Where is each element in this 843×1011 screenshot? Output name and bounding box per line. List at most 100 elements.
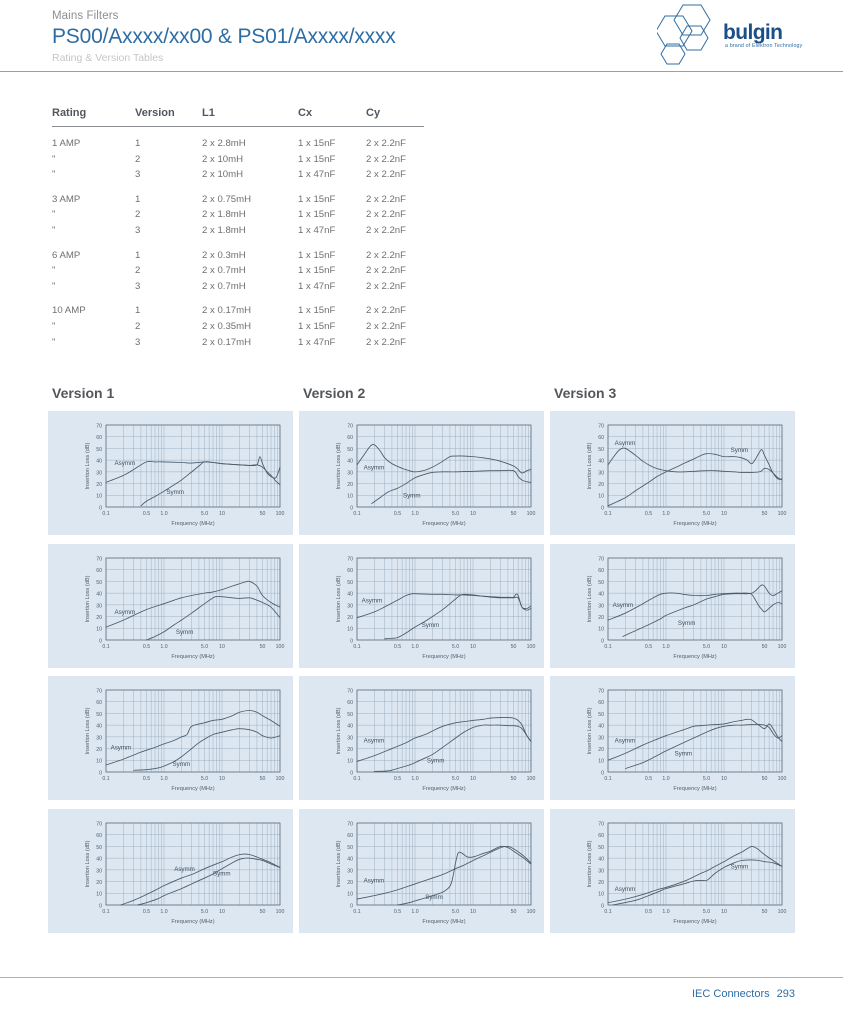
cell-rating: " [52, 280, 56, 292]
x-tick-label: 0.1 [604, 776, 611, 782]
y-tick-label: 40 [347, 459, 353, 465]
y-tick-label: 40 [598, 591, 604, 597]
y-tick-label: 20 [96, 879, 102, 885]
cell-rating: " [52, 153, 56, 165]
x-axis-label: Frequency (MHz) [422, 521, 465, 527]
y-axis-label: Insertion Loss (dB) [336, 707, 342, 754]
header-text-block: Mains Filters PS00/Axxxx/xx00 & PS01/Axx… [52, 9, 396, 65]
y-tick-label: 60 [598, 435, 604, 441]
x-tick-label: 5.0 [452, 644, 459, 650]
y-tick-label: 60 [96, 568, 102, 574]
cell-rating: 10 AMP [52, 305, 86, 317]
chart-panel-v2-6amp: 0 10 20 30 40 50 60 70 0.1 0.5 1.0 5.0 10 50 100 Freque… [299, 676, 544, 800]
y-tick-label: 70 [96, 821, 102, 827]
x-tick-label: 0.1 [353, 776, 360, 782]
cell-cy: 2 x 2.2nF [366, 305, 406, 317]
y-tick-label: 70 [347, 423, 353, 429]
chart-panel-v1-6amp: 0 10 20 30 40 50 60 70 0.1 0.5 1.0 5.0 10 50 100 Freque… [48, 676, 293, 800]
x-tick-label: 100 [276, 511, 285, 517]
curve-symm [612, 858, 783, 905]
cell-cx: 1 x 15nF [298, 249, 336, 261]
cell-version: 1 [135, 138, 141, 149]
x-tick-label: 0.1 [353, 909, 360, 915]
x-tick-label: 5.0 [703, 644, 710, 650]
x-tick-label: 0.1 [604, 644, 611, 650]
series-label-symm: Symm [678, 619, 696, 626]
x-tick-label: 10 [470, 909, 476, 915]
x-tick-label: 100 [276, 644, 285, 650]
y-tick-label: 30 [96, 868, 102, 874]
series-label-symm: Symm [172, 761, 190, 768]
chart-panel-v1-10amp: 0 10 20 30 40 50 60 70 0.1 0.5 1.0 5.0 10 50 100 Freque… [48, 808, 293, 933]
y-tick-label: 70 [96, 423, 102, 429]
y-tick-label: 70 [598, 423, 604, 429]
x-tick-label: 0.5 [645, 909, 652, 915]
cell-version: 1 [135, 249, 141, 261]
table-row: 6 AMP 1 2 x 0.3mH 1 x 15nF 2 x 2.2nF [52, 239, 424, 264]
y-tick-label: 60 [598, 833, 604, 839]
x-tick-label: 1.0 [662, 511, 669, 517]
series-label-symm: Symm [731, 863, 749, 870]
version-heading-1: Version 1 [52, 385, 115, 401]
cell-l1: 2 x 0.35mH [202, 320, 252, 332]
cell-l1: 2 x 0.7mH [202, 280, 246, 292]
x-tick-label: 10 [470, 511, 476, 517]
x-tick-label: 10 [721, 644, 727, 650]
curve-asymm [105, 710, 281, 766]
y-tick-label: 40 [96, 591, 102, 597]
column-header-rating: Rating [52, 107, 135, 127]
x-tick-label: 5.0 [201, 776, 208, 782]
cell-cy: 2 x 2.2nF [366, 169, 406, 181]
version-headings: Version 1 Version 2 Version 3 [0, 385, 843, 407]
curve-symm [625, 724, 783, 769]
x-tick-label: 50 [260, 776, 266, 782]
y-tick-label: 30 [347, 470, 353, 476]
y-tick-label: 10 [347, 626, 353, 632]
x-tick-label: 50 [762, 644, 768, 650]
y-tick-label: 20 [598, 747, 604, 753]
curve-symm [374, 724, 532, 772]
curve-asymm [607, 592, 783, 621]
cell-cx: 1 x 15nF [298, 193, 336, 205]
curve-asymm [356, 592, 532, 618]
series-label-asymm: Asymm [613, 602, 634, 609]
y-tick-label: 40 [347, 591, 353, 597]
x-tick-label: 0.5 [394, 511, 401, 517]
y-tick-label: 30 [347, 868, 353, 874]
chart-panel-v2-3amp: 0 10 20 30 40 50 60 70 0.1 0.5 1.0 5.0 10 50 100 Freque… [299, 543, 544, 668]
x-axis-label: Frequency (MHz) [673, 919, 716, 925]
x-tick-label: 100 [778, 909, 787, 915]
x-tick-label: 10 [470, 644, 476, 650]
x-tick-label: 10 [721, 511, 727, 517]
y-axis-label: Insertion Loss (dB) [85, 840, 91, 887]
cell-cy: 2 x 2.2nF [366, 265, 406, 277]
x-tick-label: 0.5 [394, 776, 401, 782]
chart-panel-v3-1amp: 0 10 20 30 40 50 60 70 0.1 0.5 1.0 5.0 10 50 100 Freque… [550, 411, 795, 535]
chart-panel-v3-6amp: 0 10 20 30 40 50 60 70 0.1 0.5 1.0 5.0 10 50 100 Freque… [550, 676, 795, 800]
y-tick-label: 60 [347, 700, 353, 706]
y-tick-label: 10 [598, 626, 604, 632]
x-tick-label: 1.0 [411, 644, 418, 650]
x-tick-label: 0.1 [102, 511, 109, 517]
curve-symm [371, 469, 532, 504]
cell-cy: 2 x 2.2nF [366, 336, 406, 348]
y-tick-label: 10 [347, 759, 353, 765]
cell-l1: 2 x 0.3mH [202, 249, 246, 261]
cell-cx: 1 x 47nF [298, 280, 336, 292]
x-tick-label: 100 [527, 776, 536, 782]
x-tick-label: 0.1 [102, 644, 109, 650]
y-tick-label: 20 [598, 614, 604, 620]
cell-version: 3 [135, 169, 141, 181]
cell-l1: 2 x 0.75mH [202, 193, 252, 205]
y-tick-label: 10 [598, 494, 604, 500]
logo-wordmark: bulgin [723, 21, 783, 44]
x-tick-label: 1.0 [160, 511, 167, 517]
y-axis-label: Insertion Loss (dB) [587, 707, 593, 754]
x-tick-label: 1.0 [160, 909, 167, 915]
page-header: Mains Filters PS00/Axxxx/xx00 & PS01/Axx… [0, 0, 843, 72]
x-tick-label: 100 [778, 644, 787, 650]
column-header-cy: Cy [366, 107, 424, 127]
x-tick-label: 100 [527, 511, 536, 517]
x-tick-label: 10 [721, 776, 727, 782]
series-label-symm: Symm [166, 489, 184, 496]
